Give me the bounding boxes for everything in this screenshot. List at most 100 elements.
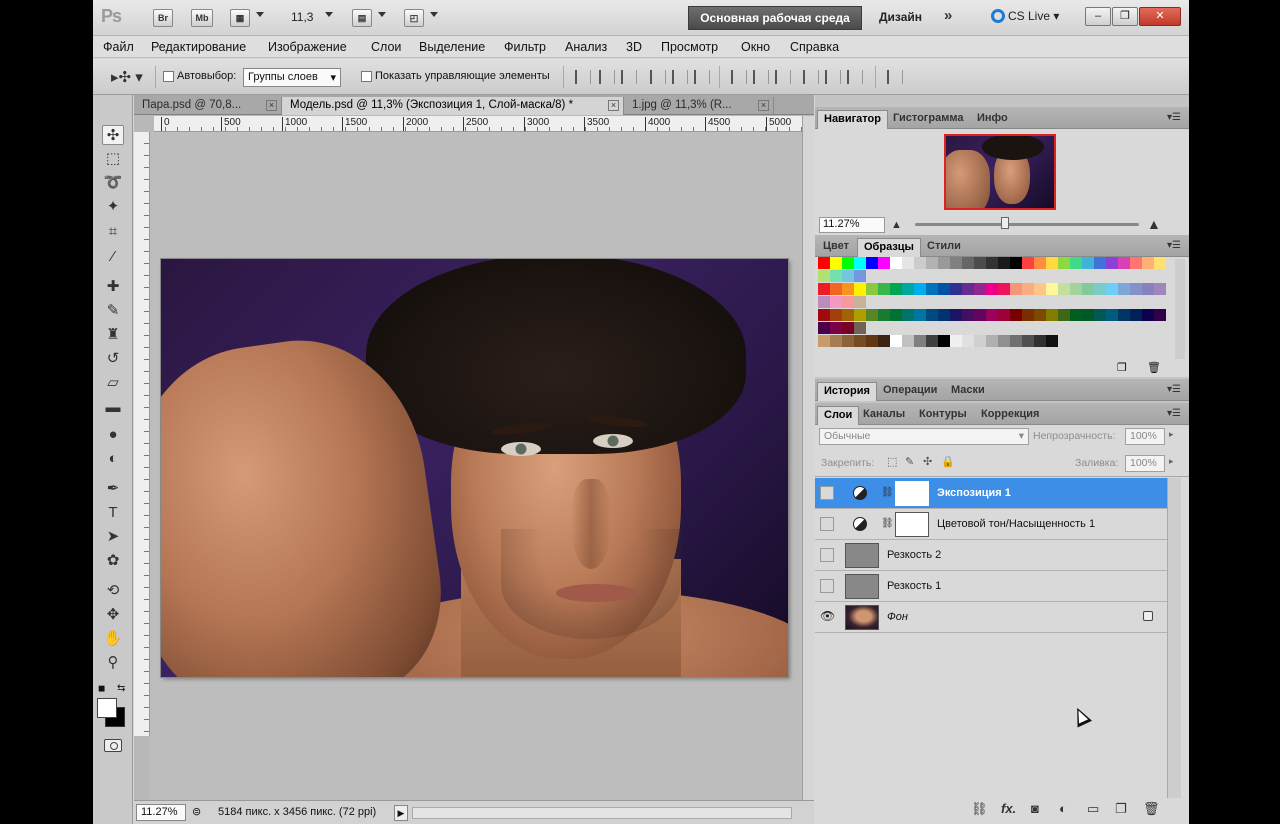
menu-select[interactable]: Выделение (419, 40, 485, 54)
panel-menu-icon[interactable]: ▾☰ (1167, 384, 1181, 395)
menu-file[interactable]: Файл (103, 40, 134, 54)
swatch[interactable] (950, 257, 962, 269)
swatch[interactable] (998, 335, 1010, 347)
swatch[interactable] (854, 322, 866, 334)
auto-align-icon[interactable] (887, 70, 903, 84)
swatch[interactable] (950, 335, 962, 347)
swatch[interactable] (914, 257, 926, 269)
visibility-toggle[interactable] (820, 517, 834, 531)
swatch[interactable] (1034, 309, 1046, 321)
swatch[interactable] (926, 309, 938, 321)
quick-mask-icon[interactable] (104, 739, 122, 752)
swatch[interactable] (1142, 283, 1154, 295)
menu-3d[interactable]: 3D (626, 40, 642, 54)
workspace-essentials-button[interactable]: Основная рабочая среда (688, 6, 862, 30)
swatch[interactable] (1010, 309, 1022, 321)
menu-image[interactable]: Изображение (268, 40, 347, 54)
new-layer-icon[interactable]: ❐ (1115, 801, 1127, 817)
swatch[interactable] (1058, 257, 1070, 269)
default-colors-icon[interactable]: ◼ (98, 683, 105, 694)
swatch[interactable] (1130, 257, 1142, 269)
tab-actions[interactable]: Операции (877, 382, 943, 401)
menu-layers[interactable]: Слои (371, 40, 401, 54)
navigator-zoom-slider[interactable] (915, 223, 1139, 226)
opacity-slider-arrow-icon[interactable]: ▸ (1169, 429, 1174, 440)
swatch[interactable] (986, 309, 998, 321)
zoom-out-mountain-icon[interactable]: ▲ (891, 219, 902, 231)
menu-edit[interactable]: Редактирование (151, 40, 246, 54)
chevron-down-icon[interactable] (430, 12, 438, 17)
minimize-button[interactable]: – (1085, 7, 1111, 26)
swatch[interactable] (818, 257, 830, 269)
status-menu-button[interactable]: ▶ (394, 805, 408, 821)
swatch[interactable] (842, 257, 854, 269)
swatch[interactable] (842, 322, 854, 334)
swatch[interactable] (830, 283, 842, 295)
tab-paths[interactable]: Контуры (913, 406, 973, 425)
tab-styles[interactable]: Стили (921, 238, 967, 257)
3d-rotate-tool-icon[interactable]: ⟲ (102, 581, 124, 601)
swatch[interactable] (842, 270, 854, 282)
swatch[interactable] (1106, 309, 1118, 321)
tab-swatches[interactable]: Образцы (857, 238, 921, 257)
swatch[interactable] (902, 335, 914, 347)
pen-tool-icon[interactable]: ✒ (102, 479, 124, 499)
swatch[interactable] (1130, 283, 1142, 295)
distribute-right-icon[interactable] (847, 70, 863, 84)
swatch[interactable] (830, 296, 842, 308)
swatch[interactable] (890, 309, 902, 321)
swatch[interactable] (902, 309, 914, 321)
blur-tool-icon[interactable]: ● (102, 425, 124, 445)
cs-live-button[interactable]: CS Live ▾ (991, 9, 1059, 23)
tab-adjustments[interactable]: Коррекция (975, 406, 1045, 425)
distribute-bottom-icon[interactable] (775, 70, 791, 84)
swatch[interactable] (818, 296, 830, 308)
layer-name[interactable]: Фон (887, 611, 908, 623)
swatch[interactable] (1046, 335, 1058, 347)
layer-style-fx-icon[interactable]: fx. (1001, 801, 1016, 816)
fill-slider-arrow-icon[interactable]: ▸ (1169, 456, 1174, 467)
blend-mode-dropdown[interactable]: Обычные ▾ (819, 428, 1029, 445)
tab-info[interactable]: Инфо (971, 110, 1014, 129)
swatch[interactable] (962, 309, 974, 321)
swatch[interactable] (854, 270, 866, 282)
chevron-down-icon[interactable] (256, 12, 264, 17)
swatch[interactable] (890, 257, 902, 269)
swatch[interactable] (842, 296, 854, 308)
layer-row-background[interactable]: 👁 Фон (815, 602, 1167, 633)
new-swatch-icon[interactable]: ❐ (1117, 361, 1127, 374)
swatch[interactable] (914, 309, 926, 321)
menu-help[interactable]: Справка (790, 40, 839, 54)
status-info-icon[interactable]: ⊜ (192, 805, 201, 818)
chevron-down-icon[interactable] (378, 12, 386, 17)
layers-scrollbar[interactable] (1167, 478, 1181, 798)
more-workspaces-button[interactable]: » (944, 7, 952, 24)
swatch[interactable] (1034, 283, 1046, 295)
swatch[interactable] (1010, 283, 1022, 295)
lock-all-icon[interactable]: 🔒 (941, 455, 955, 468)
swatch[interactable] (818, 309, 830, 321)
swatch[interactable] (830, 335, 842, 347)
swatch[interactable] (1010, 257, 1022, 269)
bridge-button[interactable]: Br (153, 9, 173, 27)
new-group-icon[interactable]: ▭ (1087, 801, 1099, 817)
swatch[interactable] (1070, 309, 1082, 321)
swatch[interactable] (1142, 257, 1154, 269)
swatch[interactable] (890, 335, 902, 347)
layer-row-exposure-1[interactable]: ⛓ Экспозиция 1 (815, 478, 1167, 509)
swatch[interactable] (1058, 309, 1070, 321)
tab-para-psd[interactable]: Пара.psd @ 70,8... × (134, 97, 282, 115)
navigator-zoom-field[interactable]: 11.27% (819, 217, 885, 233)
shape-tool-icon[interactable]: ✿ (102, 551, 124, 571)
swatch[interactable] (998, 257, 1010, 269)
move-tool-icon[interactable]: ✣ (102, 125, 124, 145)
panel-menu-icon[interactable]: ▾☰ (1167, 240, 1181, 251)
swatch[interactable] (866, 257, 878, 269)
foreground-color-swatch[interactable] (97, 698, 117, 718)
swatch[interactable] (878, 257, 890, 269)
tab-model-psd[interactable]: Модель.psd @ 11,3% (Экспозиция 1, Слой-м… (282, 97, 624, 115)
panel-menu-icon[interactable]: ▾☰ (1167, 112, 1181, 123)
new-adjustment-layer-icon[interactable]: ◐ (1059, 801, 1067, 816)
tab-color[interactable]: Цвет (817, 238, 855, 257)
fill-field[interactable]: 100% (1125, 455, 1165, 472)
